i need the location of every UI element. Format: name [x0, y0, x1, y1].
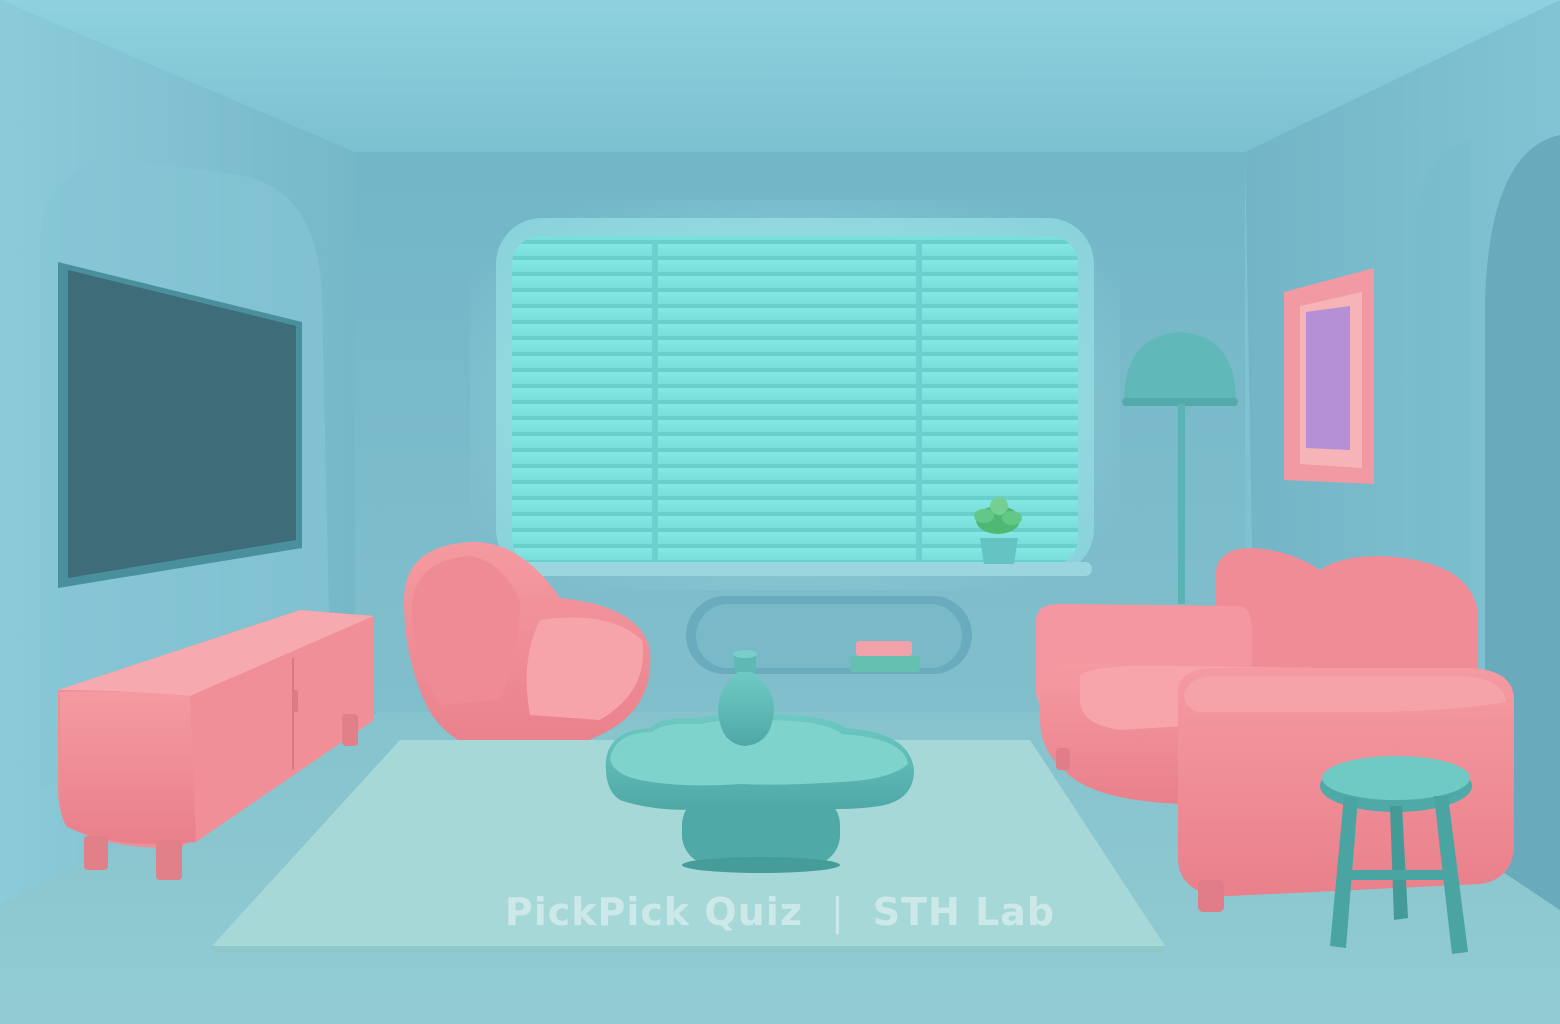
watermark-left: PickPick Quiz — [504, 890, 803, 934]
living-room-scene — [0, 0, 1560, 1024]
watermark-right: STH Lab — [872, 890, 1056, 934]
watermark-separator: | — [830, 890, 845, 934]
window-sill — [500, 562, 1092, 576]
blind-divider-left — [652, 240, 658, 562]
rug-edge — [212, 946, 1165, 952]
blind-divider-right — [916, 240, 922, 562]
watermark: PickPick Quiz | STH Lab — [0, 890, 1560, 934]
books — [850, 641, 920, 672]
wall-artwork — [1284, 268, 1374, 484]
